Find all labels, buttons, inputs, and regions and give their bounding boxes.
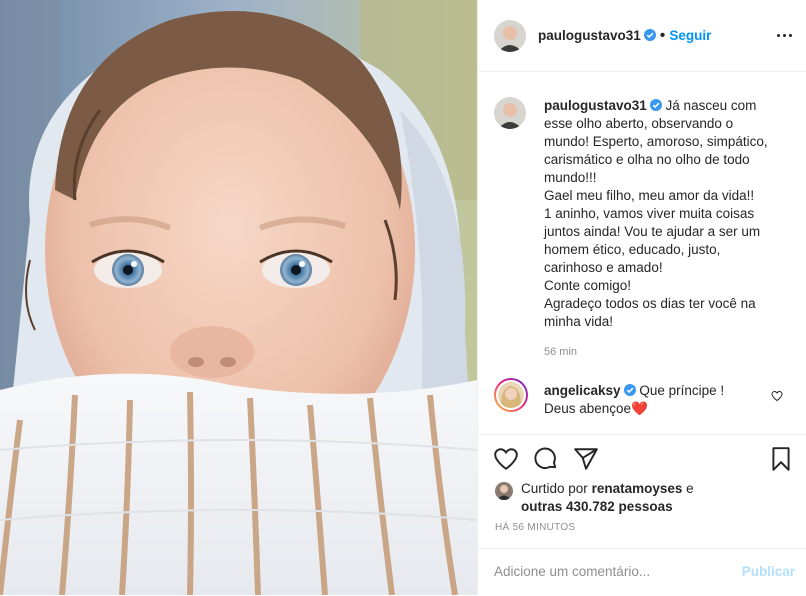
commenter-username[interactable]: angelicaksy xyxy=(544,383,621,398)
comment-input[interactable]: Adicione um comentário... xyxy=(494,564,650,579)
caption-author-avatar-image xyxy=(494,97,526,129)
liker-avatar[interactable] xyxy=(495,482,513,500)
caption-line: carismático e olha no olho de todo xyxy=(544,152,750,167)
heart-outline-icon[interactable] xyxy=(493,446,519,472)
comment-text-line: Que príncipe ! xyxy=(639,383,725,398)
caption-line: Já nasceu com xyxy=(665,98,757,113)
caption-line: Gael meu filho, meu amor da vida!! xyxy=(544,188,755,203)
verified-badge-icon xyxy=(649,99,662,111)
separator-dot: • xyxy=(659,27,666,44)
caption-line: Conte comigo! xyxy=(544,278,632,293)
more-options-icon[interactable] xyxy=(774,27,794,43)
verified-badge-icon xyxy=(623,384,636,396)
author-username[interactable]: paulogustavo31 xyxy=(538,28,641,43)
paper-plane-icon[interactable] xyxy=(573,446,599,472)
comment-item: angelicaksy Que príncipe ! Deus abençoe❤… xyxy=(544,382,764,418)
caption-line: esse olho aberto, observando o xyxy=(544,116,734,131)
caption-line: minha vida! xyxy=(544,314,614,329)
baby-photo-illustration xyxy=(0,0,477,595)
caption-line: Agradeço todos os dias ter você na xyxy=(544,296,756,311)
commenter-avatar xyxy=(498,382,524,408)
likes-count[interactable]: outras 430.782 pessoas xyxy=(521,499,673,514)
liked-by-username[interactable]: renatamoyses xyxy=(592,481,683,496)
caption-username[interactable]: paulogustavo31 xyxy=(544,98,647,113)
bookmark-outline-icon[interactable] xyxy=(768,446,794,472)
liked-by-prefix: Curtido por xyxy=(521,481,588,496)
verified-badge-icon xyxy=(643,29,656,41)
instagram-post-modal: paulogustavo31 • Seguir paulogustavo31 Já … xyxy=(0,0,806,595)
red-heart-emoji: ❤️ xyxy=(631,401,648,416)
commenter-avatar-ring[interactable] xyxy=(494,378,528,412)
likes-summary: Curtido por renatamoyses e outras 430.78… xyxy=(495,480,795,516)
comment-like-heart-icon[interactable] xyxy=(771,390,783,402)
comment-bubble-icon[interactable] xyxy=(533,446,559,472)
author-line: paulogustavo31 • Seguir xyxy=(538,27,711,45)
publish-button[interactable]: Publicar xyxy=(742,564,795,579)
add-comment-bar: Adicione um comentário... Publicar xyxy=(478,548,806,596)
post-actions: Curtido por renatamoyses e outras 430.78… xyxy=(478,434,806,595)
post-header: paulogustavo31 • Seguir xyxy=(478,0,806,72)
comment-text-line: Deus abençoe xyxy=(544,401,632,416)
post-caption: paulogustavo31 Já nasceu com esse olho a… xyxy=(544,97,789,331)
post-timestamp[interactable]: HÁ 56 MINUTOS xyxy=(495,522,575,533)
caption-timestamp[interactable]: 56 min xyxy=(544,346,577,358)
comments-section: paulogustavo31 Já nasceu com esse olho a… xyxy=(478,72,806,434)
follow-button[interactable]: Seguir xyxy=(669,28,711,43)
caption-line: juntos ainda! Vou te ajudar a ser um xyxy=(544,224,761,239)
caption-line: mundo! Esperto, amoroso, simpático, xyxy=(544,134,768,149)
caption-line: mundo!!! xyxy=(544,170,597,185)
caption-author-avatar[interactable] xyxy=(494,97,526,129)
post-photo[interactable] xyxy=(0,0,477,595)
caption-line: 1 aninho, vamos viver muita coisas xyxy=(544,206,755,221)
author-avatar-image xyxy=(494,20,526,52)
caption-line: homem ético, educado, justo, xyxy=(544,242,721,257)
liked-by-conjunction: e xyxy=(686,481,694,496)
liker-avatar-image xyxy=(495,482,513,500)
post-side-panel: paulogustavo31 • Seguir paulogustavo31 Já … xyxy=(477,0,806,595)
author-avatar[interactable] xyxy=(494,20,526,52)
caption-line: carinhoso e amado! xyxy=(544,260,663,275)
